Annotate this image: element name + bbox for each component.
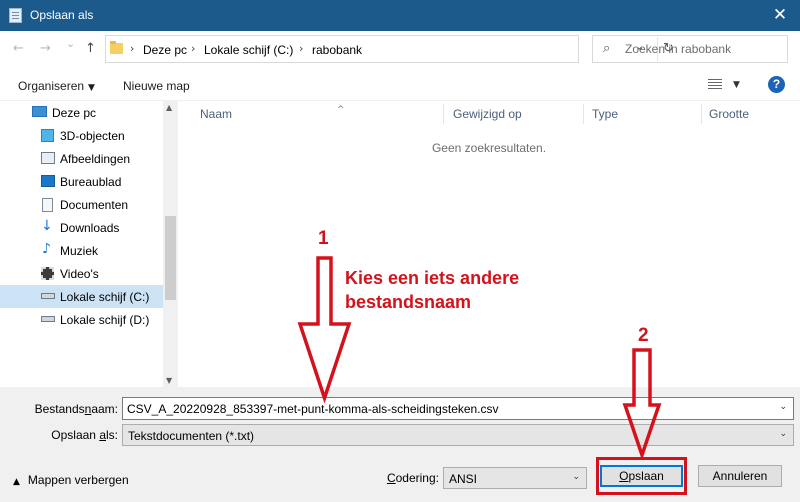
annotation-line: bestandsnaam — [345, 292, 472, 312]
column-header-grootte[interactable]: Grootte — [709, 107, 749, 125]
sidebar-item-label: Lokale schijf (D:) — [60, 313, 150, 327]
sidebar-item-3d-objecten[interactable]: 3D-objecten — [0, 124, 163, 147]
filename-dropdown-icon[interactable]: ⌄ — [779, 402, 787, 412]
download-icon: ↓ — [41, 218, 53, 234]
column-label: Naam — [200, 107, 233, 121]
title-bar: Opslaan als ✕ — [0, 0, 800, 31]
documents-icon — [42, 198, 53, 212]
address-row: ← → ⌄ ↑ › Deze pc › Lokale schijf (C:) ›… — [0, 31, 800, 69]
sidebar-item-label: Lokale schijf (C:) — [60, 290, 150, 304]
filetype-label: Opslaan als: — [51, 428, 118, 442]
sidebar-item-label: Downloads — [60, 221, 120, 235]
annotation-step-2: 2 — [638, 325, 649, 346]
breadcrumb-deze-pc[interactable]: Deze pc — [143, 43, 187, 57]
scrollbar-thumb[interactable] — [165, 216, 176, 300]
filename-label: Bestandsnaam: — [34, 402, 118, 416]
sidebar-item-bureaublad[interactable]: Bureaublad — [0, 170, 163, 193]
sidebar-item-label: Afbeeldingen — [60, 152, 131, 166]
music-icon: ♪ — [42, 241, 51, 257]
hide-folders-label: Mappen verbergen — [27, 473, 129, 487]
annotation-step-1: 1 — [318, 228, 329, 249]
scroll-down-icon[interactable]: ▼ — [166, 376, 172, 385]
back-arrow-icon[interactable]: ← — [13, 41, 24, 56]
filename-input[interactable] — [127, 400, 767, 418]
video-icon — [41, 267, 54, 280]
column-divider[interactable] — [701, 104, 702, 124]
navigation-scrollbar[interactable]: ▲ ▼ — [163, 101, 178, 387]
sort-ascending-icon: ^ — [337, 105, 345, 115]
column-divider[interactable] — [443, 104, 444, 124]
desktop-icon — [41, 175, 55, 187]
column-header-gewijzigd-op[interactable]: Gewijzigd op — [453, 107, 522, 125]
command-bar: Organiseren ▼ Nieuwe map ▼ ? — [0, 69, 800, 101]
encoding-select[interactable]: ANSI ⌄ — [443, 467, 587, 489]
cube-icon — [41, 129, 54, 142]
sidebar-item-label: 3D-objecten — [60, 129, 125, 143]
breadcrumb-separator-icon[interactable]: › — [191, 42, 195, 55]
filetype-dropdown-icon[interactable]: ⌄ — [779, 429, 787, 439]
folder-icon — [110, 41, 123, 54]
navigation-pane: Deze pc 3D-objecten Afbeeldingen Bureaub… — [0, 101, 178, 387]
encoding-dropdown-icon[interactable]: ⌄ — [572, 472, 580, 482]
computer-icon — [32, 106, 47, 117]
hide-folders-button[interactable]: ▲ Mappen verbergen — [13, 473, 129, 487]
breadcrumb-rabobank[interactable]: rabobank — [312, 43, 362, 57]
sidebar-item-label: Deze pc — [52, 106, 97, 120]
empty-results-message: Geen zoekresultaten. — [431, 141, 547, 155]
sidebar-item-lokale-schijf-c[interactable]: Lokale schijf (C:) — [0, 285, 163, 308]
breadcrumb-separator-icon[interactable]: › — [299, 42, 303, 55]
file-list: Naam ^ Gewijzigd op Type Grootte Geen zo… — [178, 101, 800, 387]
sidebar-item-muziek[interactable]: ♪ Muziek — [0, 239, 163, 262]
column-divider[interactable] — [583, 104, 584, 124]
caret-up-icon: ▲ — [13, 477, 20, 487]
cancel-button[interactable]: Annuleren — [698, 465, 782, 487]
notepad-icon — [9, 8, 22, 23]
sidebar-item-videos[interactable]: Video's — [0, 262, 163, 285]
organize-label: Organiseren — [18, 79, 85, 93]
search-input[interactable] — [625, 39, 783, 59]
save-button-highlight-box — [596, 457, 687, 495]
forward-arrow-icon[interactable]: → — [40, 41, 51, 56]
breadcrumb-lokale-schijf-c[interactable]: Lokale schijf (C:) — [204, 43, 293, 57]
view-options-icon[interactable] — [708, 79, 722, 90]
filetype-select[interactable]: Tekstdocumenten (*.txt) ⌄ — [122, 424, 794, 446]
drive-icon — [41, 316, 55, 322]
help-button[interactable]: ? — [768, 76, 785, 93]
sidebar-item-label: Bureaublad — [60, 175, 122, 189]
search-box[interactable]: ⌕ — [592, 35, 788, 63]
sidebar-item-afbeeldingen[interactable]: Afbeeldingen — [0, 147, 163, 170]
new-folder-button[interactable]: Nieuwe map — [123, 79, 190, 93]
sidebar-item-documenten[interactable]: Documenten — [0, 193, 163, 216]
search-icon: ⌕ — [603, 41, 611, 56]
sidebar-item-label: Documenten — [60, 198, 129, 212]
annotation-line: Kies een iets andere — [345, 268, 520, 288]
breadcrumb-separator-icon: › — [130, 42, 135, 55]
address-bar[interactable]: › Deze pc › Lokale schijf (C:) › raboban… — [105, 35, 674, 63]
caret-down-icon: ▼ — [88, 83, 95, 93]
sidebar-item-label: Muziek — [60, 244, 99, 258]
column-header-naam[interactable]: Naam ^ — [200, 105, 345, 125]
annotation-instruction: Kies een iets andere bestandsnaam — [345, 266, 519, 314]
scroll-up-icon[interactable]: ▲ — [166, 103, 172, 112]
window-title: Opslaan als — [30, 8, 94, 22]
encoding-label: Codering: — [386, 471, 439, 485]
organize-button[interactable]: Organiseren ▼ — [18, 79, 95, 93]
close-button[interactable]: ✕ — [760, 0, 800, 31]
up-arrow-icon[interactable]: ↑ — [85, 41, 96, 56]
recent-locations-chevron-icon[interactable]: ⌄ — [66, 37, 75, 50]
view-caret-icon[interactable]: ▼ — [733, 80, 740, 90]
sidebar-item-label: Video's — [60, 267, 99, 281]
sidebar-item-lokale-schijf-d[interactable]: Lokale schijf (D:) — [0, 308, 163, 331]
drive-icon — [41, 293, 55, 299]
sidebar-item-deze-pc[interactable]: Deze pc — [0, 101, 163, 124]
filename-field[interactable]: ⌄ — [122, 397, 794, 420]
save-form-panel: Bestandsnaam: ⌄ Opslaan als: Tekstdocume… — [0, 387, 800, 502]
encoding-value: ANSI — [449, 472, 478, 486]
filetype-value: Tekstdocumenten (*.txt) — [128, 429, 255, 443]
pictures-icon — [41, 152, 55, 164]
column-header-type[interactable]: Type — [592, 107, 618, 125]
sidebar-item-downloads[interactable]: ↓ Downloads — [0, 216, 163, 239]
